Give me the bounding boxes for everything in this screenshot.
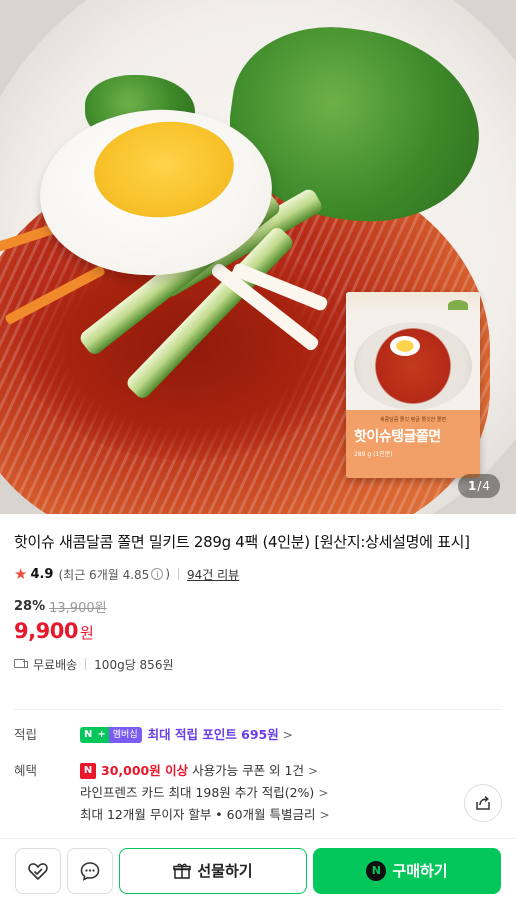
package-egg-image — [390, 336, 420, 356]
share-button[interactable] — [464, 784, 502, 822]
installment-line[interactable]: 최대 12개월 무이자 할부 • 60개월 특별금리 > — [80, 804, 502, 826]
shipping-row: 무료배송 100g당 856원 — [14, 655, 502, 673]
image-counter: 1 / 4 — [457, 474, 500, 498]
sale-price: 9,900 — [14, 619, 78, 643]
unit-price: 100g당 856원 — [94, 657, 174, 672]
chevron-right-icon: > — [307, 764, 319, 778]
benefit-label: 혜택 — [14, 763, 38, 778]
divider — [178, 568, 179, 580]
card-benefit-text: 라인프렌즈 카드 최대 198원 추가 적립(2%) — [80, 785, 315, 800]
points-line[interactable]: N + 멤버십 최대 적립 포인트 695원 > — [80, 724, 502, 746]
buy-label: 구매하기 — [392, 862, 448, 880]
price-row: 9,900 원 — [14, 619, 502, 647]
chevron-right-icon: > — [318, 786, 329, 800]
installment-text: 최대 12개월 무이자 할부 • 60개월 특별금리 — [80, 807, 316, 822]
naver-n-coupon-icon: N — [80, 763, 96, 779]
product-title: 핫이슈 새콤달콤 쫄면 밀키트 289g 4팩 (4인분) [원산지:상세설명에… — [14, 533, 470, 551]
naver-pay-icon: N — [366, 860, 387, 881]
product-info: 핫이슈 새콤달콤 쫄면 밀키트 289g 4팩 (4인분) [원산지:상세설명에… — [14, 530, 502, 673]
package-logo — [448, 300, 468, 310]
recent-rating: (최근 6개월 4.85 — [58, 567, 150, 582]
rating-score: 4.9 — [30, 566, 54, 582]
discount-rate: 28% — [14, 598, 46, 614]
membership-label: 멤버십 — [108, 727, 142, 743]
heart-check-icon — [28, 862, 48, 880]
discount-row: 28% 13,900원 — [14, 597, 502, 616]
chevron-right-icon: > — [282, 728, 293, 742]
points-row: 적립 N + 멤버십 최대 적립 포인트 695원 > — [14, 724, 502, 746]
reviews-link[interactable]: 94건 리뷰 — [187, 566, 239, 583]
max-points-text: 최대 적립 포인트 695원 — [147, 727, 279, 742]
star-icon: ★ — [14, 565, 28, 583]
wishlist-button[interactable] — [15, 847, 61, 894]
benefit-row: 혜택 N 30,000원 이상 사용가능 쿠폰 외 1건 > 라인프렌즈 카드 … — [14, 760, 502, 826]
image-counter-separator: / — [477, 479, 482, 493]
package-name: 핫이슈탱글쫄면 — [354, 429, 441, 445]
product-image-gallery[interactable]: 새콤달콤 쫄깃 탱글 쫄깃한 쫄면 핫이슈탱글쫄면 289 g (1인분) 1 … — [0, 0, 516, 514]
rating-row: ★ 4.9 (최근 6개월 4.85 i ) 94건 리뷰 — [14, 565, 502, 583]
plus-icon: + — [96, 727, 109, 743]
chat-button[interactable] — [67, 847, 113, 894]
points-label: 적립 — [14, 727, 38, 742]
buy-button[interactable]: N 구매하기 — [313, 847, 501, 894]
recent-rating-close: ) — [165, 567, 170, 581]
gift-label: 선물하기 — [197, 862, 253, 880]
image-counter-current: 1 — [467, 479, 477, 493]
gift-button[interactable]: 선물하기 — [119, 847, 307, 894]
original-price: 13,900원 — [49, 600, 107, 616]
divider — [85, 658, 87, 670]
coupon-line[interactable]: N 30,000원 이상 사용가능 쿠폰 외 1건 > — [80, 760, 502, 782]
truck-icon — [14, 659, 28, 669]
coupon-text: 사용가능 쿠폰 외 1건 — [192, 763, 304, 778]
chat-icon — [80, 861, 100, 881]
naver-plus-membership-badge: N + 멤버십 — [80, 727, 142, 743]
image-counter-total: 4 — [482, 479, 490, 493]
bottom-action-bar: 선물하기 N 구매하기 — [0, 838, 516, 902]
price-unit: 원 — [79, 624, 94, 642]
package-subtitle: 새콤달콤 쫄깃 탱글 쫄깃한 쫄면 — [379, 417, 447, 423]
info-icon[interactable]: i — [151, 568, 164, 580]
card-line[interactable]: 라인프렌즈 카드 최대 198원 추가 적립(2%) > — [80, 782, 502, 804]
chevron-right-icon: > — [319, 808, 330, 822]
naver-n-icon: N — [80, 727, 97, 743]
coupon-amount: 30,000원 이상 — [101, 763, 189, 778]
gift-icon — [173, 863, 192, 879]
shipping-text: 무료배송 — [33, 657, 78, 672]
section-divider — [14, 709, 502, 710]
package-weight: 289 g (1인분) — [354, 451, 393, 458]
benefits-section: 적립 N + 멤버십 최대 적립 포인트 695원 > 혜택 N 30,000원… — [14, 724, 502, 826]
share-icon — [476, 795, 490, 810]
product-package-image: 새콤달콤 쫄깃 탱글 쫄깃한 쫄면 핫이슈탱글쫄면 289 g (1인분) — [346, 292, 480, 478]
package-bowl-image — [354, 322, 472, 410]
